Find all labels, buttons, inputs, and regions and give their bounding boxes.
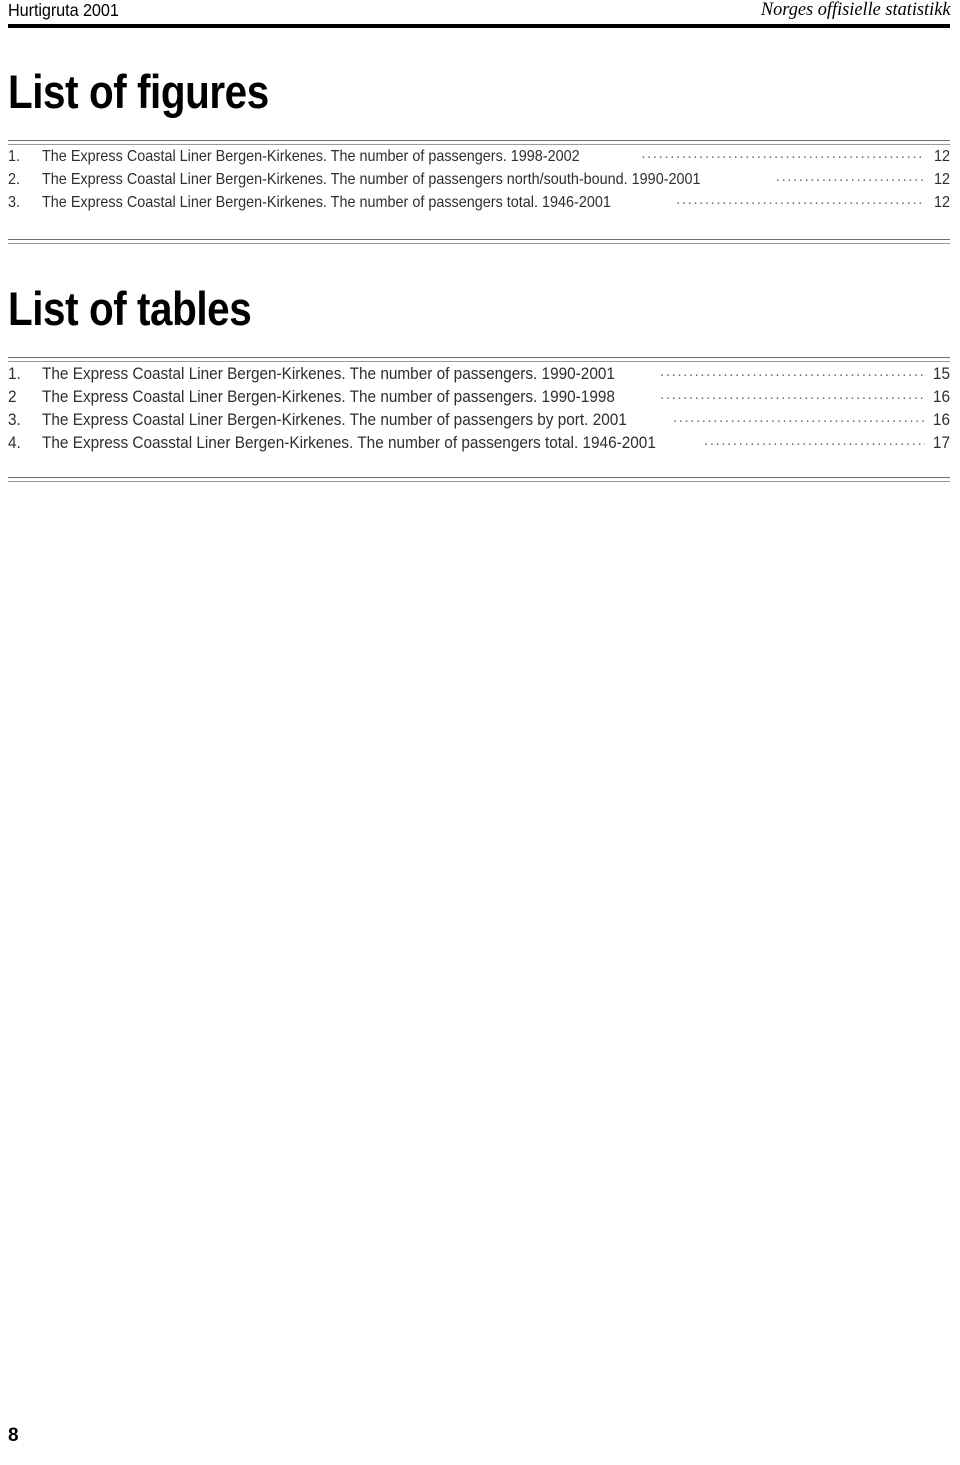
entry-number: 2. (8, 171, 21, 188)
entry-title: The Express Coastal Liner Bergen-Kirkene… (42, 388, 615, 406)
header-rule (8, 24, 950, 28)
entry-title: The Express Coastal Liner Bergen-Kirkene… (42, 411, 627, 429)
dot-leader (641, 142, 925, 165)
entry-number: 3. (8, 411, 21, 429)
entry-number: 1. (8, 148, 21, 165)
entry-number: 4. (8, 434, 21, 452)
entry-page-number: 12 (933, 194, 950, 211)
entry-page-number: 17 (932, 434, 950, 452)
list-of-figures: 1. The Express Coastal Liner Bergen-Kirk… (8, 145, 950, 214)
dot-leader (676, 188, 925, 211)
entry-number: 2 (8, 388, 17, 406)
list-of-tables: 1. The Express Coastal Liner Bergen-Kirk… (8, 363, 950, 455)
dot-leader (660, 360, 925, 383)
tables-bottom-rule (8, 477, 950, 482)
entry-page-number: 12 (933, 148, 950, 165)
list-of-figures-heading: List of figures (8, 65, 269, 118)
entry-page-number: 16 (932, 411, 950, 429)
entry-page-number: 12 (933, 171, 950, 188)
entry-page-number: 16 (932, 388, 950, 406)
table-entry[interactable]: 4. The Express Coasstal Liner Bergen-Kir… (8, 432, 950, 455)
figure-entry[interactable]: 3. The Express Coastal Liner Bergen-Kirk… (8, 191, 950, 214)
entry-title: The Express Coastal Liner Bergen-Kirkene… (42, 365, 615, 383)
dot-leader (776, 165, 925, 188)
running-head-right-title: Norges offisielle statistikk (760, 0, 950, 20)
entry-title: The Express Coasstal Liner Bergen-Kirken… (42, 434, 656, 452)
entry-title: The Express Coastal Liner Bergen-Kirkene… (42, 148, 580, 165)
entry-number: 3. (8, 194, 21, 211)
page-number: 8 (8, 1425, 19, 1446)
dot-leader (704, 429, 925, 452)
entry-page-number: 15 (932, 365, 950, 383)
figures-bottom-rule (8, 239, 950, 244)
entry-title: The Express Coastal Liner Bergen-Kirkene… (42, 194, 611, 211)
entry-title: The Express Coastal Liner Bergen-Kirkene… (42, 171, 701, 188)
entry-number: 1. (8, 365, 21, 383)
list-of-tables-heading: List of tables (8, 282, 252, 335)
dot-leader (673, 406, 925, 429)
running-head-left-title: Hurtigruta 2001 (8, 0, 119, 20)
document-page: Hurtigruta 2001 Norges offisielle statis… (0, 0, 960, 1465)
dot-leader (660, 383, 925, 406)
running-head: Hurtigruta 2001 Norges offisielle statis… (8, 0, 950, 24)
